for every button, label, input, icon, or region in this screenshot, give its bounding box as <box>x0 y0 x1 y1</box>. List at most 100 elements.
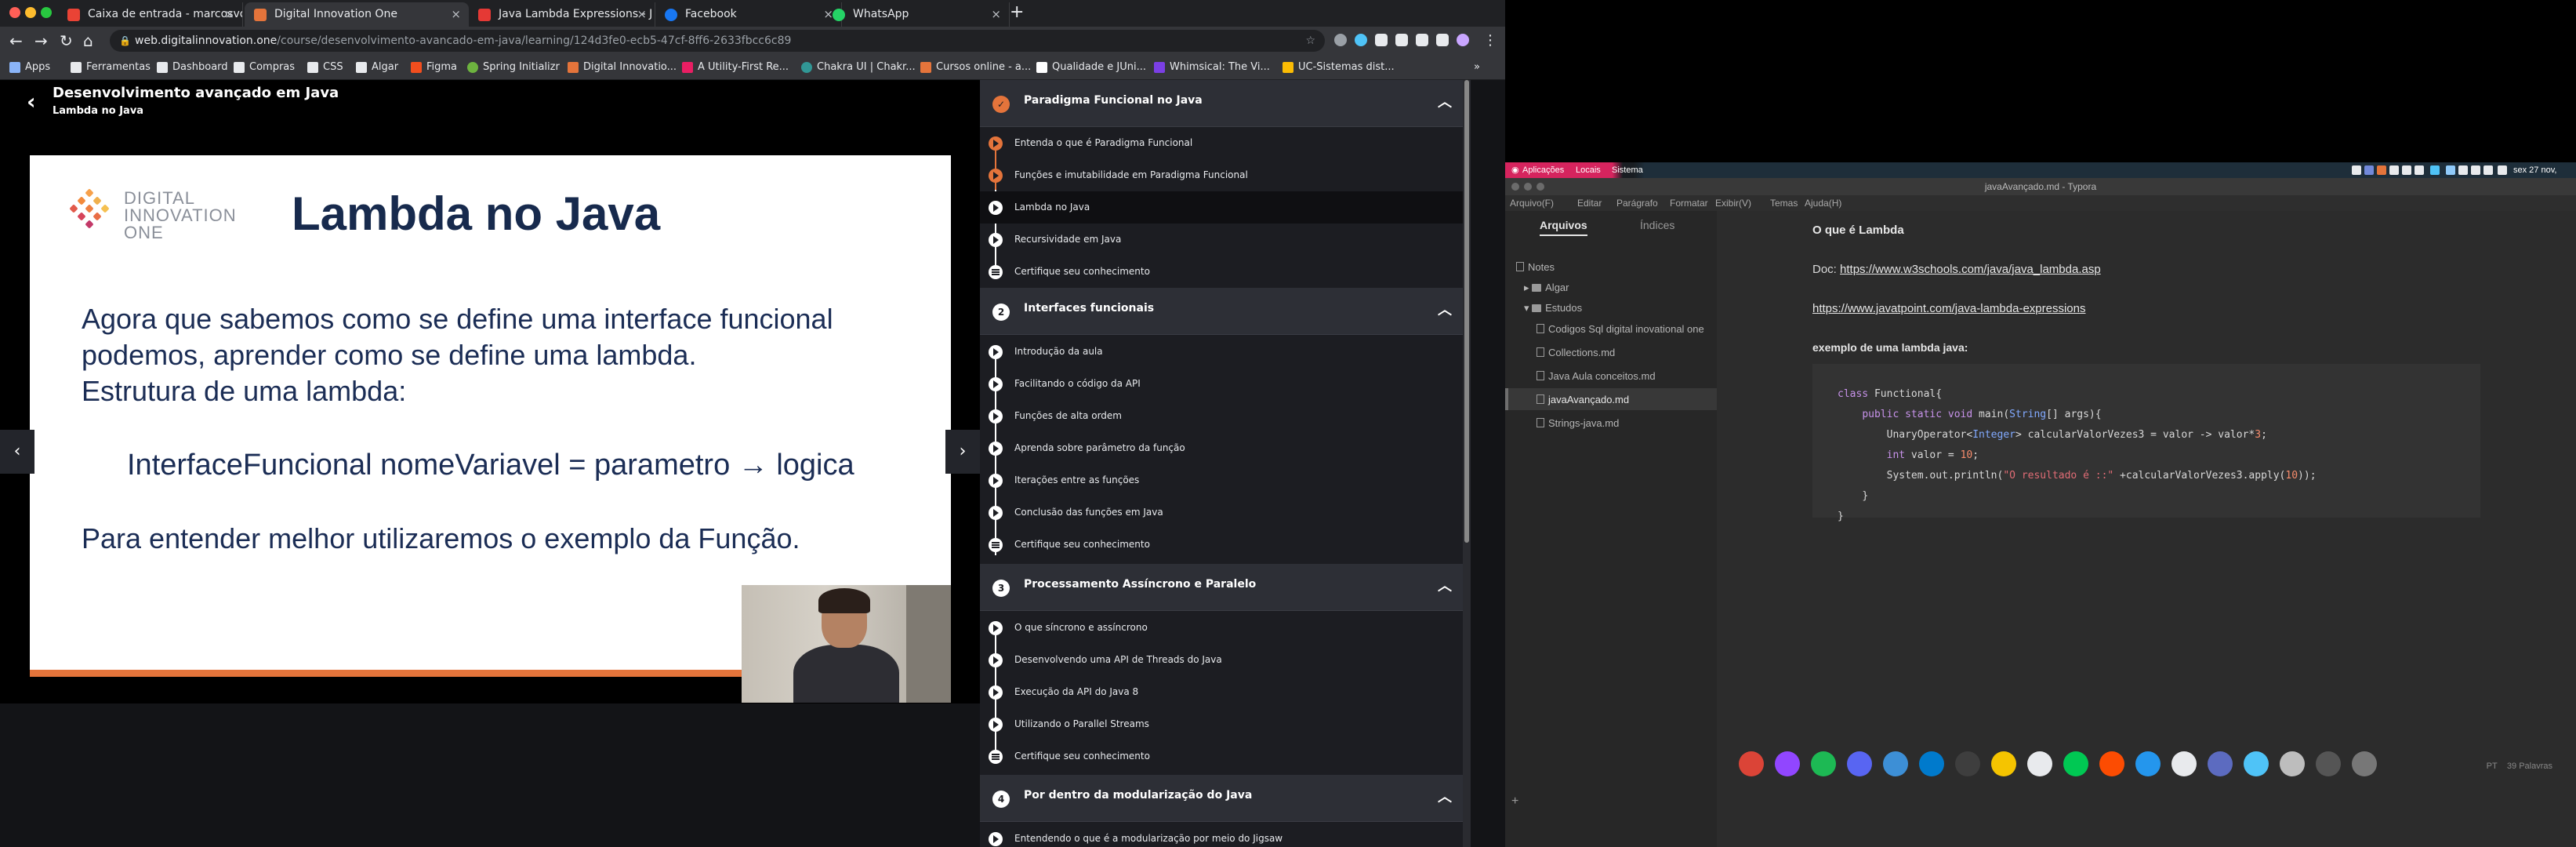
discord-icon[interactable] <box>1847 751 1872 776</box>
home-icon[interactable]: ⌂ <box>83 30 93 52</box>
menu-apps[interactable]: Aplicações <box>1522 162 1564 178</box>
minimize-window-button[interactable] <box>25 7 36 18</box>
lesson-item[interactable]: Recursividade em Java <box>980 224 1466 256</box>
bookmark-uc-sistemas[interactable]: UC-Sistemas dist... <box>1283 55 1395 80</box>
back-arrow-icon[interactable]: ← <box>9 30 23 52</box>
bookmark-whimsical[interactable]: Whimsical: The Vi... <box>1154 55 1270 80</box>
bookmark-digital-innovation[interactable]: Digital Innovatio... <box>568 55 677 80</box>
bookmark-dashboard[interactable]: Dashboard <box>157 55 228 80</box>
app-icon[interactable] <box>2280 751 2305 776</box>
tab-files[interactable]: Arquivos <box>1540 219 1587 236</box>
app-icon[interactable] <box>2244 751 2269 776</box>
tab-java-lambda[interactable]: Java Lambda Expressions - J × <box>469 2 655 27</box>
extension-icon[interactable] <box>1395 34 1408 46</box>
tree-file[interactable]: Strings-java.md <box>1537 417 1619 429</box>
code-block[interactable]: class Functional{ public static void mai… <box>1812 364 2480 522</box>
menu-edit[interactable]: Editar <box>1577 195 1602 211</box>
postman-icon[interactable] <box>2027 751 2052 776</box>
shield-icon[interactable] <box>2471 165 2480 175</box>
lesson-item[interactable]: O que síncrono e assíncrono <box>980 612 1466 644</box>
menu-view[interactable]: Exibir(V) <box>1715 195 1751 211</box>
settings-gear-icon[interactable] <box>2352 751 2377 776</box>
tab-outline[interactable]: Índices <box>1640 219 1674 231</box>
tree-root[interactable]: Notes <box>1516 261 1555 273</box>
vuetify-icon[interactable] <box>1375 34 1388 46</box>
doc-link[interactable]: https://www.w3schools.com/java/java_lamb… <box>1840 263 2101 276</box>
tree-folder[interactable]: ▾ Estudos <box>1524 302 1582 314</box>
files-icon[interactable] <box>1883 751 1908 776</box>
minimize-window-button[interactable] <box>1524 183 1532 191</box>
tree-file[interactable]: Codigos Sql digital inovational one <box>1537 323 1704 335</box>
react-devtools-icon[interactable] <box>1355 34 1367 46</box>
tray-icon[interactable] <box>2458 165 2468 175</box>
back-chevron-icon[interactable]: ‹ <box>27 86 36 118</box>
bookmark-qualidade-junit[interactable]: Qualidade e JUni... <box>1036 55 1146 80</box>
app-icon[interactable] <box>1955 751 1980 776</box>
doc-link[interactable]: https://www.javatpoint.com/java-lambda-e… <box>1812 302 2086 315</box>
bookmark-spring-initializr[interactable]: Spring Initializr <box>467 55 560 80</box>
lesson-item[interactable]: Entenda o que é Paradigma Funcional <box>980 127 1466 159</box>
more-bookmarks-icon[interactable]: » <box>1474 55 1480 80</box>
tab-whatsapp[interactable]: WhatsApp × <box>823 2 1010 27</box>
network-icon[interactable] <box>2430 165 2440 175</box>
close-tab-icon[interactable]: × <box>451 2 461 27</box>
tree-folder[interactable]: ▸ Algar <box>1524 282 1569 294</box>
tray-icon[interactable] <box>2415 165 2424 175</box>
new-tab-button[interactable]: + <box>1010 1 1024 24</box>
insomnia-icon[interactable] <box>2208 751 2233 776</box>
tree-file[interactable]: Java Aula conceitos.md <box>1537 370 1656 382</box>
lesson-item[interactable]: Certifique seu conhecimento <box>980 256 1466 288</box>
lesson-item[interactable]: Utilizando o Parallel Streams <box>980 708 1466 740</box>
menu-system[interactable]: Sistema <box>1612 162 1643 178</box>
bookmark-css[interactable]: CSS <box>307 55 343 80</box>
jetbrains-icon[interactable] <box>2099 751 2124 776</box>
lesson-item[interactable]: Funções e imutabilidade em Paradigma Fun… <box>980 159 1466 191</box>
chevron-up-icon[interactable]: ︿ <box>1438 91 1452 111</box>
chrome-icon[interactable] <box>1739 751 1764 776</box>
tree-file[interactable]: Collections.md <box>1537 347 1615 358</box>
word-count[interactable]: 39 Palavras <box>2507 762 2552 771</box>
terminal-icon[interactable] <box>2316 751 2341 776</box>
twitch-icon[interactable] <box>1775 751 1800 776</box>
mongodb-icon[interactable] <box>2063 751 2088 776</box>
chevron-up-icon[interactable]: ︿ <box>1438 299 1452 319</box>
address-bar[interactable]: 🔒 web.digitalinnovation.one/course/desen… <box>110 30 1325 52</box>
tab-facebook[interactable]: Facebook × <box>655 2 842 27</box>
bookmark-cursos-online[interactable]: Cursos online - a... <box>920 55 1031 80</box>
tab-digital-innovation-one[interactable]: Digital Innovation One × <box>245 2 469 27</box>
reading-list-icon[interactable] <box>1436 34 1449 46</box>
bookmark-compras[interactable]: Compras <box>234 55 295 80</box>
next-slide-button[interactable]: › <box>945 430 980 474</box>
lesson-item[interactable]: Introdução da aula <box>980 336 1466 368</box>
spotify-icon[interactable] <box>1811 751 1836 776</box>
previous-slide-button[interactable]: ‹ <box>0 430 34 474</box>
module-header[interactable]: 4 Por dentro da modularização do Java ︿ <box>980 775 1466 822</box>
puzzle-icon[interactable] <box>1416 34 1428 46</box>
menu-paragraph[interactable]: Parágrafo <box>1616 195 1658 211</box>
module-header[interactable]: 3 Processamento Assíncrono e Paralelo ︿ <box>980 564 1466 611</box>
lesson-item[interactable]: Funções de alta ordem <box>980 400 1466 432</box>
close-tab-icon[interactable]: × <box>637 2 647 27</box>
vscode-icon[interactable] <box>1919 751 1944 776</box>
bookmark-algar[interactable]: Algar <box>356 55 398 80</box>
lesson-item[interactable]: Desenvolvendo uma API de Threads do Java <box>980 644 1466 676</box>
menu-file[interactable]: Arquivo(F) <box>1510 195 1554 211</box>
bookmark-apps[interactable]: Apps <box>9 55 50 80</box>
lesson-item[interactable]: Iterações entre as funções <box>980 464 1466 496</box>
menu-themes[interactable]: Temas <box>1770 195 1798 211</box>
tree-file-active[interactable]: javaAvançado.md <box>1537 394 1629 405</box>
ubuntu-menu-icon[interactable]: ◉ <box>1511 162 1519 178</box>
lesson-item[interactable]: Execução da API do Java 8 <box>980 676 1466 708</box>
bookmark-ferramentas[interactable]: Ferramentas <box>71 55 151 80</box>
tray-icon[interactable] <box>2389 165 2399 175</box>
maximize-window-button[interactable] <box>1537 183 1544 191</box>
bookmark-chakra[interactable]: Chakra UI | Chakr... <box>801 55 916 80</box>
extension-icon[interactable] <box>1334 34 1347 46</box>
docker-icon[interactable] <box>2135 751 2161 776</box>
bookmark-figma[interactable]: Figma <box>411 55 457 80</box>
screen-icon[interactable] <box>2352 165 2361 175</box>
lesson-item[interactable]: Aprenda sobre parâmetro da função <box>980 432 1466 464</box>
menu-help[interactable]: Ajuda(H) <box>1805 195 1841 211</box>
typora-icon[interactable] <box>2171 751 2197 776</box>
lesson-item[interactable]: Certifique seu conhecimento <box>980 529 1466 561</box>
